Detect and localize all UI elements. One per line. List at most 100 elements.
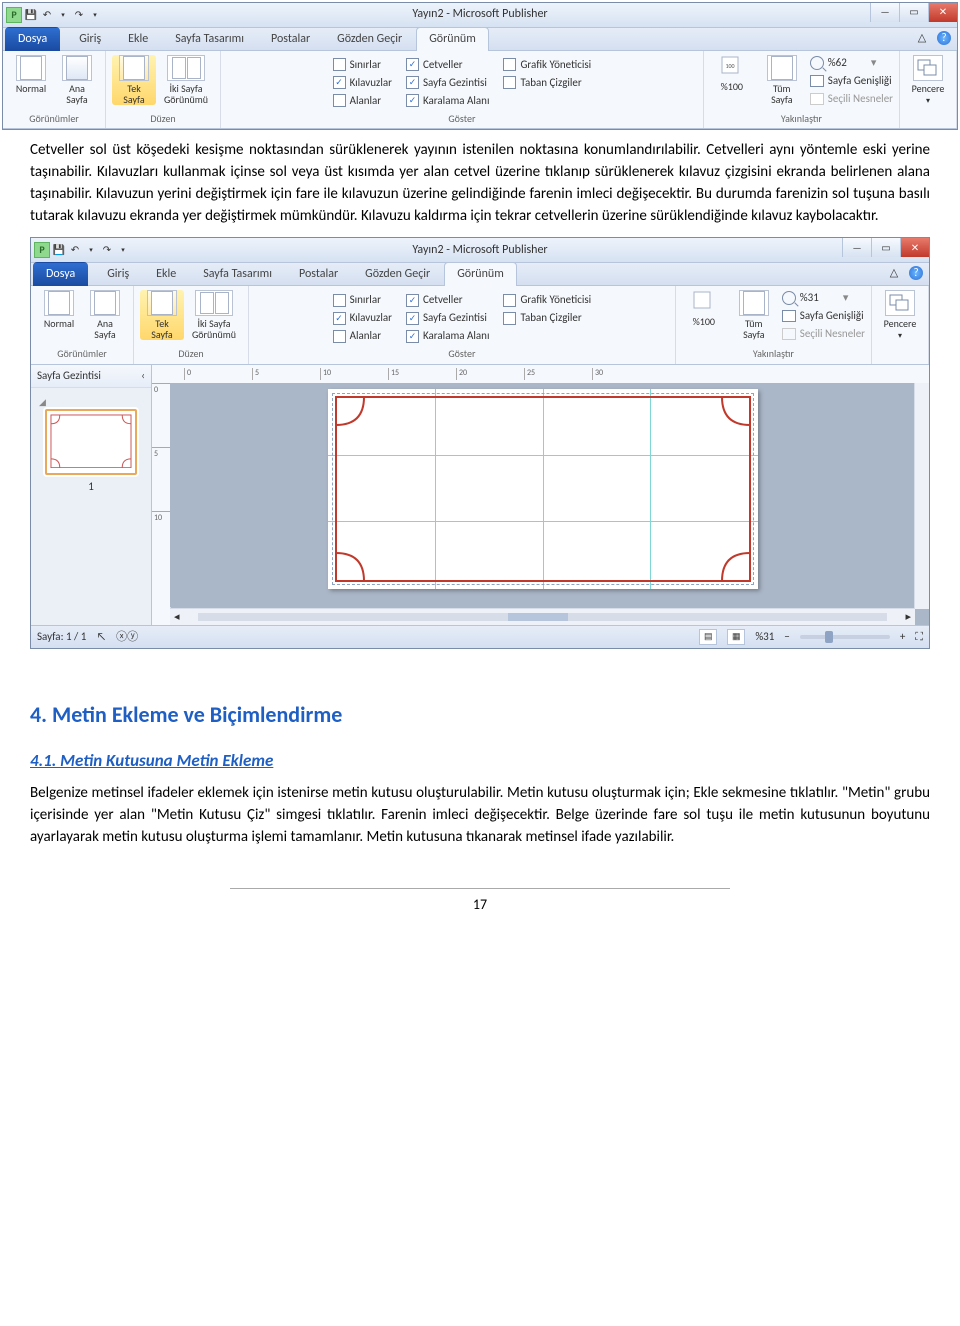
two-page-spread-button[interactable]: İki SayfaGörünümü bbox=[158, 55, 214, 105]
chk-guides[interactable]: ✓Kılavuzlar bbox=[333, 75, 392, 91]
close-button[interactable]: ✕ bbox=[900, 238, 929, 257]
tab-mailings[interactable]: Postalar bbox=[258, 27, 323, 51]
chk-boundaries[interactable]: Sınırlar bbox=[333, 292, 392, 308]
tab-file[interactable]: Dosya bbox=[33, 262, 88, 286]
group-window: Pencere▾ bbox=[900, 51, 957, 128]
two-page-spread-button[interactable]: İki SayfaGörünümü bbox=[186, 290, 242, 340]
redo-icon[interactable]: ↷ bbox=[72, 8, 86, 22]
minimize-button[interactable]: — bbox=[842, 238, 871, 257]
status-cursor-icon: ↖ bbox=[96, 629, 106, 645]
zoom-out-button[interactable]: − bbox=[784, 629, 789, 645]
master-page-button[interactable]: AnaSayfa bbox=[83, 290, 127, 340]
master-page-button[interactable]: AnaSayfa bbox=[55, 55, 99, 105]
undo-icon[interactable]: ↶ bbox=[68, 243, 82, 257]
single-page-button[interactable]: TekSayfa bbox=[112, 55, 156, 105]
save-icon[interactable]: 💾 bbox=[52, 243, 66, 257]
qat-customize-icon[interactable]: ▾ bbox=[88, 8, 102, 22]
undo-more-icon[interactable]: ▾ bbox=[56, 8, 70, 22]
chk-page-navigation[interactable]: ✓Sayfa Gezintisi bbox=[406, 310, 489, 326]
maximize-button[interactable]: ▭ bbox=[899, 3, 928, 22]
tab-home[interactable]: Giriş bbox=[66, 27, 114, 51]
tab-page-design[interactable]: Sayfa Tasarımı bbox=[162, 27, 257, 51]
tab-view[interactable]: Görünüm bbox=[444, 262, 517, 286]
tab-file[interactable]: Dosya bbox=[5, 27, 60, 51]
chk-guides[interactable]: ✓Kılavuzlar bbox=[333, 310, 392, 326]
window-button[interactable]: Pencere▾ bbox=[906, 55, 950, 106]
normal-view-button[interactable]: Normal bbox=[37, 290, 81, 329]
status-page: Sayfa: 1 / 1 bbox=[37, 629, 86, 645]
app-icon: P bbox=[34, 242, 50, 258]
help-icon[interactable]: ? bbox=[937, 31, 951, 45]
chk-boundaries[interactable]: Sınırlar bbox=[333, 57, 392, 73]
vertical-ruler[interactable]: 0510 bbox=[152, 383, 171, 625]
chk-baselines[interactable]: Taban Çizgiler bbox=[503, 310, 591, 326]
group-label-views: Görünümler bbox=[9, 109, 99, 127]
view-normal-icon[interactable]: ▤ bbox=[699, 629, 717, 645]
collapse-nav-icon[interactable]: ‹ bbox=[141, 368, 145, 384]
zoom-percent-dropdown[interactable]: %31▾ bbox=[782, 290, 865, 306]
redo-icon[interactable]: ↷ bbox=[100, 243, 114, 257]
zoom-100-button[interactable]: %100 bbox=[682, 290, 726, 327]
window-title: Yayın2 - Microsoft Publisher bbox=[3, 6, 957, 23]
page-sheet[interactable] bbox=[328, 389, 758, 589]
undo-more-icon[interactable]: ▾ bbox=[84, 243, 98, 257]
page-footer: 17 bbox=[230, 888, 730, 915]
chk-graphics-manager[interactable]: Grafik Yöneticisi bbox=[503, 292, 591, 308]
chk-rulers[interactable]: ✓Cetveller bbox=[406, 57, 489, 73]
chk-scratch-area[interactable]: ✓Karalama Alanı bbox=[406, 93, 489, 109]
status-zoom[interactable]: %31 bbox=[755, 629, 774, 645]
status-xy-icon: ⓧⓨ bbox=[116, 629, 138, 645]
normal-view-button[interactable]: Normal bbox=[9, 55, 53, 94]
vertical-scrollbar[interactable] bbox=[914, 383, 929, 609]
workspace: Sayfa Gezintisi ‹ ◢ 1 051015202530 0510 bbox=[31, 365, 929, 625]
page-thumbnail-1[interactable] bbox=[45, 409, 137, 475]
whole-page-button[interactable]: TümSayfa bbox=[732, 290, 776, 340]
tab-mailings[interactable]: Postalar bbox=[286, 262, 351, 286]
collapse-ribbon-icon[interactable]: △ bbox=[887, 266, 901, 280]
chk-scratch-area[interactable]: ✓Karalama Alanı bbox=[406, 328, 489, 344]
chk-baselines[interactable]: Taban Çizgiler bbox=[503, 75, 591, 91]
minimize-button[interactable]: — bbox=[870, 3, 899, 22]
zoom-slider[interactable] bbox=[800, 635, 890, 639]
group-zoom: 100%100 TümSayfa %62▾ Sayfa Genişliği Se… bbox=[704, 51, 900, 128]
collapse-ribbon-icon[interactable]: △ bbox=[915, 31, 929, 45]
zoom-percent-dropdown[interactable]: %62▾ bbox=[810, 55, 893, 71]
chk-graphics-manager[interactable]: Grafik Yöneticisi bbox=[503, 57, 591, 73]
maximize-button[interactable]: ▭ bbox=[871, 238, 900, 257]
tab-page-design[interactable]: Sayfa Tasarımı bbox=[190, 262, 285, 286]
publisher-window-1: P 💾 ↶ ▾ ↷ ▾ Yayın2 - Microsoft Publisher… bbox=[2, 2, 958, 130]
tab-insert[interactable]: Ekle bbox=[115, 27, 161, 51]
qat-customize-icon[interactable]: ▾ bbox=[116, 243, 130, 257]
canvas[interactable] bbox=[170, 383, 915, 607]
whole-page-button[interactable]: TümSayfa bbox=[760, 55, 804, 105]
horizontal-scrollbar[interactable]: ◂▸ bbox=[170, 608, 915, 625]
status-bar: Sayfa: 1 / 1 ↖ ⓧⓨ ▤ ▦ %31 − + ⛶ bbox=[31, 625, 929, 648]
view-master-icon[interactable]: ▦ bbox=[727, 629, 745, 645]
chk-fields[interactable]: Alanlar bbox=[333, 93, 392, 109]
zoom-fit-button[interactable]: ⛶ bbox=[915, 629, 923, 645]
ribbon-2: Normal AnaSayfa Görünümler TekSayfa İki … bbox=[31, 286, 929, 364]
tab-home[interactable]: Giriş bbox=[94, 262, 142, 286]
single-page-button[interactable]: TekSayfa bbox=[140, 290, 184, 340]
help-icon[interactable]: ? bbox=[909, 266, 923, 280]
group-label-zoom: Yakınlaştır bbox=[710, 109, 893, 127]
page-width-button[interactable]: Sayfa Genişliği bbox=[810, 73, 893, 89]
chk-fields[interactable]: Alanlar bbox=[333, 328, 392, 344]
tab-review[interactable]: Gözden Geçir bbox=[324, 27, 415, 51]
chk-page-navigation[interactable]: ✓Sayfa Gezintisi bbox=[406, 75, 489, 91]
close-button[interactable]: ✕ bbox=[928, 3, 957, 22]
tab-review[interactable]: Gözden Geçir bbox=[352, 262, 443, 286]
thumbnail-number: 1 bbox=[88, 479, 94, 495]
page-width-button[interactable]: Sayfa Genişliği bbox=[782, 308, 865, 324]
app-icon: P bbox=[6, 7, 22, 23]
group-layout: TekSayfa İki SayfaGörünümü Düzen bbox=[106, 51, 221, 128]
zoom-100-button[interactable]: 100%100 bbox=[710, 55, 754, 92]
zoom-in-button[interactable]: + bbox=[900, 629, 905, 645]
save-icon[interactable]: 💾 bbox=[24, 8, 38, 22]
undo-icon[interactable]: ↶ bbox=[40, 8, 54, 22]
window-button[interactable]: Pencere▾ bbox=[878, 290, 922, 341]
tab-view[interactable]: Görünüm bbox=[416, 27, 489, 51]
horizontal-ruler[interactable]: 051015202530 bbox=[152, 365, 929, 384]
chk-rulers[interactable]: ✓Cetveller bbox=[406, 292, 489, 308]
tab-insert[interactable]: Ekle bbox=[143, 262, 189, 286]
